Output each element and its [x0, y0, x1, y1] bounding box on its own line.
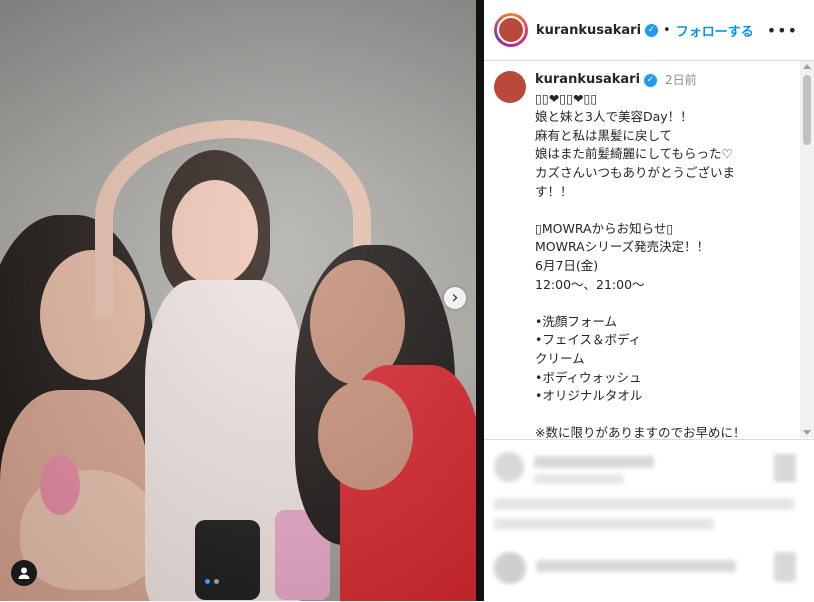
caption-area: kurankusakari ✓ 2日前 ▯▯❤▯▯❤▯▯ 娘と妹と3人で美容Da… [484, 61, 814, 438]
caption-line: 6月7日(金) [535, 257, 599, 273]
header-separator: • [663, 22, 671, 38]
caption-line: 12:00〜、21:00〜 [535, 276, 645, 292]
caption-line: クリーム [535, 350, 585, 366]
header-username[interactable]: kurankusakari [536, 23, 641, 38]
post-header: kurankusakari ✓ • フォローする ••• [484, 0, 814, 61]
scroll-up-icon[interactable] [803, 64, 811, 69]
next-image-button[interactable]: › [444, 287, 466, 309]
caption-line: 娘はまた前髪綺麗にしてもらった♡ [535, 146, 733, 162]
caption-line [535, 294, 790, 313]
caption-avatar[interactable] [494, 71, 526, 103]
caption-line: す！！ [535, 183, 573, 199]
blurred-comment [774, 552, 796, 582]
carousel-indicator [205, 579, 219, 584]
caption-line [535, 406, 790, 425]
caption-line: •オリジナルタオル [535, 388, 643, 404]
blurred-comment [536, 560, 736, 572]
caption-line: 娘と妹と3人で美容Day！！ [535, 109, 693, 125]
caption-line: カズさんいつもありがとうございま [535, 164, 736, 180]
blurred-comment [534, 456, 654, 468]
chevron-right-icon: › [451, 287, 459, 308]
caption-text: ▯▯❤▯▯❤▯▯ 娘と妹と3人で美容Day！！ 麻有と私は黒髪に戻して 娘はまた… [535, 90, 790, 438]
comments-area-blurred [484, 439, 814, 602]
panel-divider [476, 0, 484, 601]
verified-icon: ✓ [645, 23, 659, 37]
caption-line: ※数に限りがありますのでお早めに！ [535, 425, 746, 438]
carousel-dot-active [205, 579, 210, 584]
verified-icon: ✓ [644, 73, 658, 87]
blurred-comment [534, 474, 624, 484]
avatar[interactable] [494, 13, 528, 47]
caption-line: •ボディウォッシュ [535, 369, 642, 385]
scroll-down-icon[interactable] [803, 430, 811, 435]
more-options-icon[interactable]: ••• [767, 21, 798, 40]
blurred-comment [494, 452, 524, 482]
caption-line: ▯MOWRAからお知らせ▯ [535, 220, 674, 236]
caption-timestamp[interactable]: 2日前 [665, 71, 697, 90]
blurred-comment [494, 552, 526, 584]
caption-line [535, 201, 790, 220]
caption-username[interactable]: kurankusakari [535, 71, 640, 90]
caption-scrollbar[interactable] [800, 61, 814, 438]
user-tag-button[interactable] [11, 560, 37, 586]
caption-line: ▯▯❤▯▯❤▯▯ [535, 90, 598, 106]
scroll-thumb[interactable] [803, 75, 811, 145]
blurred-comment [494, 498, 794, 510]
post-sidebar: kurankusakari ✓ • フォローする ••• kurankusaka… [484, 0, 814, 601]
caption-line: •フェイス＆ボディ [535, 332, 642, 348]
follow-button[interactable]: フォローする [676, 21, 754, 40]
caption-line: MOWRAシリーズ発売決定！！ [535, 239, 710, 255]
instagram-post: › kurankusakari ✓ • フォローする ••• kurankusa… [0, 0, 814, 601]
carousel-dot [214, 579, 219, 584]
person-icon [18, 567, 30, 579]
blurred-comment [774, 454, 796, 482]
blurred-comment [494, 518, 714, 530]
caption-line: 麻有と私は黒髪に戻して [535, 127, 673, 143]
post-photo[interactable]: › [0, 0, 476, 601]
caption-line: •洗顔フォーム [535, 313, 617, 329]
photo-shade [0, 0, 476, 601]
